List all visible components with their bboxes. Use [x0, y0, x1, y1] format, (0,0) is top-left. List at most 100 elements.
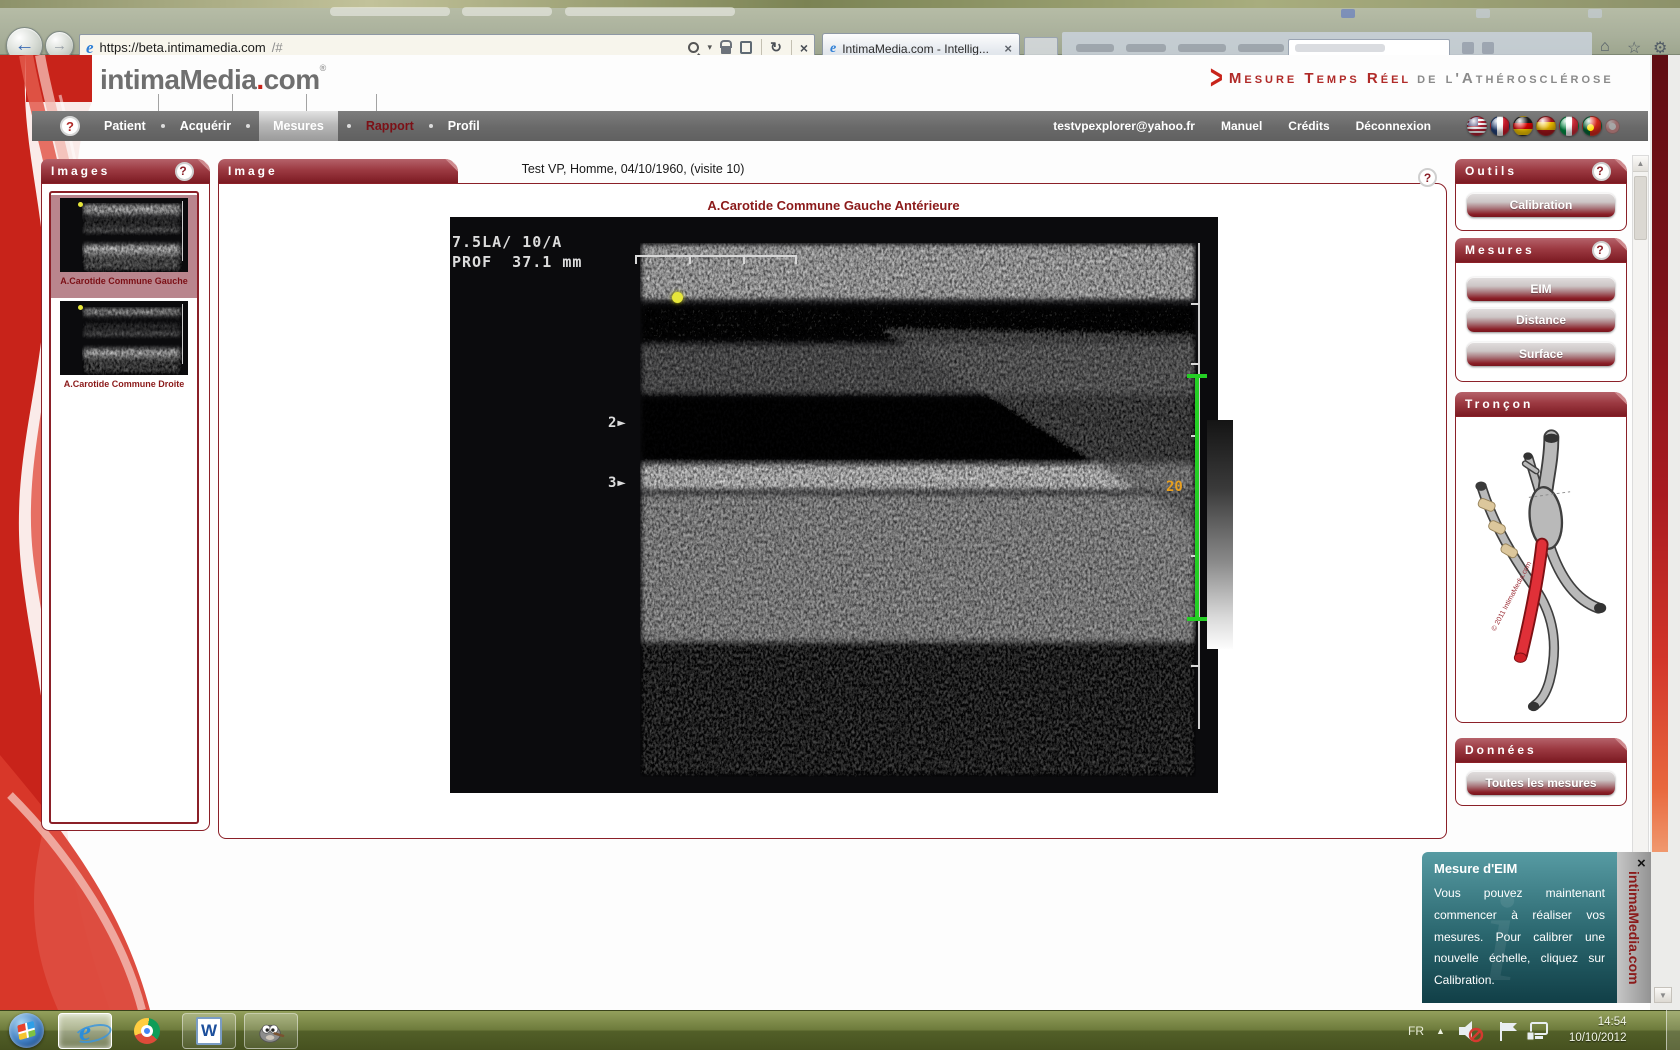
ultrasound-image[interactable]: 7.5LA/ 10/A PROF 37.1 mm 2► 3► 20 — [450, 217, 1218, 793]
background-window-title-blur — [462, 7, 552, 16]
show-desktop-button[interactable] — [1666, 1010, 1680, 1050]
page-content: ▲ ▼ intimaMedia.com® > Mesure Temps Réel… — [0, 55, 1680, 1010]
thumbnail-ruler — [182, 304, 183, 364]
nav-link-credits[interactable]: Crédits — [1288, 119, 1329, 133]
thumbnail-image[interactable] — [60, 301, 188, 375]
stop-icon[interactable]: × — [791, 40, 808, 56]
background-menu-blur — [1076, 44, 1114, 52]
start-button[interactable] — [9, 1013, 44, 1048]
background-toolbar-icon — [1482, 42, 1494, 54]
green-measure-bar[interactable] — [1195, 376, 1199, 619]
background-toolbar-icon — [1462, 42, 1474, 54]
calibration-button[interactable]: Calibration — [1467, 193, 1615, 217]
outils-panel-title: Outils — [1465, 164, 1517, 178]
nav-dot-separator — [347, 124, 351, 128]
nav-separator — [158, 94, 159, 111]
image-title: A.Carotide Commune Gauche Antérieure — [219, 198, 1448, 213]
tooltip-close-icon[interactable]: × — [1637, 855, 1646, 872]
nav-item-profil[interactable]: Profil — [442, 111, 486, 141]
thumbnail-image[interactable] — [60, 198, 188, 272]
nav-item-rapport[interactable]: Rapport — [360, 111, 420, 141]
search-icon[interactable] — [688, 42, 699, 53]
marker-label-2: 2► — [608, 415, 627, 431]
outils-help-icon[interactable]: ? — [1592, 162, 1611, 181]
carotid-artery-diagram[interactable]: © 2011 IntimaMedia.com — [1467, 423, 1617, 718]
taskbar-word-button[interactable]: W — [182, 1013, 236, 1049]
yellow-marker-dot — [672, 292, 683, 303]
hidden-icons-icon[interactable]: ▲ — [1436, 1026, 1445, 1036]
nav-separator — [232, 94, 233, 111]
images-help-icon[interactable]: ? — [175, 162, 194, 181]
taskbar-chrome-button[interactable] — [120, 1013, 174, 1049]
site-tagline: > Mesure Temps Réel de l'Athérosclérose — [1210, 65, 1640, 91]
images-panel-title: Images — [51, 164, 110, 178]
distance-button[interactable]: Distance — [1467, 308, 1615, 332]
troncon-panel-header: Tronçon — [1455, 392, 1627, 416]
flag-portugal-icon[interactable] — [1582, 116, 1602, 136]
mesures-help-icon[interactable]: ? — [1592, 241, 1611, 260]
scrollbar-thumb[interactable] — [1634, 176, 1647, 240]
nav-separator — [376, 94, 377, 111]
forward-arrow-icon: → — [52, 37, 67, 54]
flag-spain-icon[interactable] — [1536, 116, 1556, 136]
nav-help-icon[interactable]: ? — [60, 116, 80, 136]
nav-item-patient[interactable]: Patient — [98, 111, 152, 141]
background-window-title-blur — [330, 7, 450, 16]
scrollbar-up-icon[interactable]: ▲ — [1633, 156, 1648, 172]
nav-item-acquerir[interactable]: Acquérir — [174, 111, 237, 141]
logo-registered-mark: ® — [320, 63, 326, 73]
flag-italy-icon[interactable] — [1559, 116, 1579, 136]
images-panel-header: Images ? — [41, 159, 210, 183]
nav-link-manuel[interactable]: Manuel — [1221, 119, 1262, 133]
thumbnail-item-carotide-droite[interactable]: A.Carotide Commune Droite — [51, 298, 197, 401]
home-icon[interactable]: ⌂ — [1600, 38, 1610, 56]
nav-dot-separator — [429, 124, 433, 128]
flag-us-icon[interactable] — [1467, 116, 1487, 136]
taskbar-ie-button[interactable]: e — [58, 1013, 112, 1049]
ruler-tick — [1191, 665, 1199, 667]
flag-ghost-icon[interactable] — [1605, 119, 1620, 134]
taskbar-clock[interactable]: 14:54 10/10/2012 — [1569, 1015, 1627, 1046]
language-flags — [1467, 116, 1620, 136]
marker-label-3: 3► — [608, 475, 627, 491]
nav-link-deconnexion[interactable]: Déconnexion — [1356, 119, 1431, 133]
green-measure-cap-top[interactable] — [1187, 374, 1207, 378]
thumbnail-item-carotide-gauche[interactable]: A.Carotide Commune Gauche — [51, 195, 197, 298]
account-email[interactable]: testvpexplorer@yahoo.fr — [1053, 119, 1195, 133]
tray-icons[interactable] — [1457, 1018, 1557, 1044]
search-dropdown-icon[interactable]: ▾ — [708, 42, 713, 53]
thumbnail-ruler — [182, 201, 183, 261]
background-menu-blur — [1126, 44, 1166, 52]
taskbar: e W FR ▲ — [0, 1010, 1680, 1050]
flag-france-icon[interactable] — [1490, 116, 1510, 136]
toutes-les-mesures-button[interactable]: Toutes les mesures — [1467, 771, 1615, 795]
image-panel-help-icon[interactable]: ? — [1418, 168, 1437, 187]
browser-chrome: ← → e https://beta.intimamedia.com /# ▾ … — [0, 8, 1680, 55]
clock-time: 14:54 — [1569, 1015, 1627, 1031]
green-measure-cap-bottom[interactable] — [1187, 617, 1207, 621]
language-indicator[interactable]: FR — [1408, 1024, 1424, 1038]
tab-close-icon[interactable]: × — [1004, 41, 1012, 56]
ruler-tick — [635, 257, 637, 264]
images-panel-body: A.Carotide Commune Gauche — [41, 183, 210, 831]
taskbar-gimp-button[interactable] — [244, 1013, 298, 1049]
depth-scale-label: 20 — [1166, 479, 1183, 495]
chrome-icon — [134, 1018, 160, 1044]
nav-item-mesures[interactable]: Mesures — [259, 111, 338, 141]
url-text[interactable]: https://beta.intimamedia.com — [100, 40, 266, 55]
logo-dot: . — [256, 64, 263, 95]
system-tray: FR ▲ 14:54 10/10/2012 — [1408, 1011, 1626, 1050]
decorative-right-ribbon — [1652, 55, 1668, 852]
flag-germany-icon[interactable] — [1513, 116, 1533, 136]
thumbnail-caption: A.Carotide Commune Droite — [51, 379, 197, 389]
background-search-blur — [1295, 44, 1385, 52]
ruler-tick — [1191, 363, 1199, 365]
logo-tld: com — [264, 64, 320, 95]
refresh-icon[interactable]: ↻ — [761, 39, 782, 56]
eim-button[interactable]: EIM — [1467, 277, 1615, 301]
surface-button[interactable]: Surface — [1467, 342, 1615, 366]
compatibility-view-icon[interactable] — [740, 41, 752, 54]
window-scroll-down-icon[interactable]: ▼ — [1654, 987, 1672, 1003]
eim-tooltip: i Mesure d'EIM Vous pouvez maintenant co… — [1422, 852, 1617, 1003]
address-bar-icons: ▾ ↻ × — [688, 39, 808, 56]
